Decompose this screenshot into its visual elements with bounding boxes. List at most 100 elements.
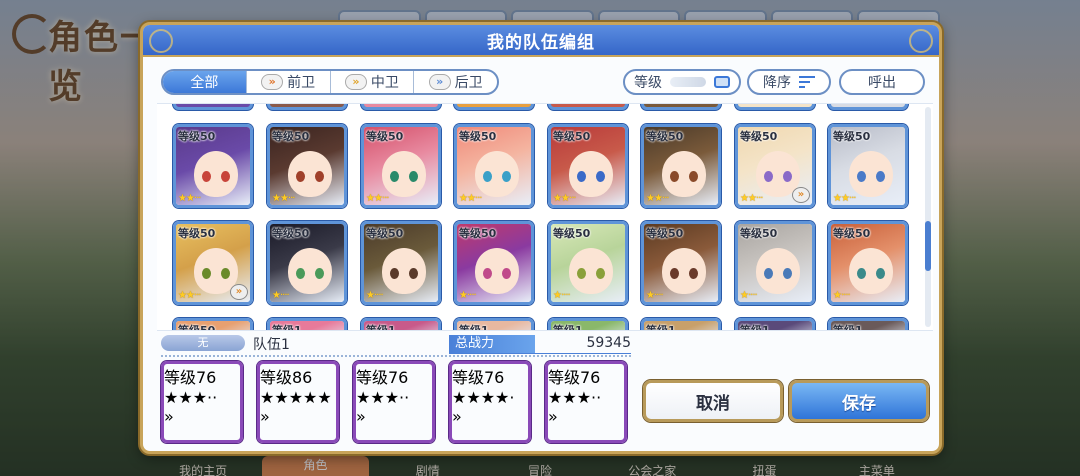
character-level: 等级1 bbox=[553, 324, 583, 331]
expand-label: 呼出 bbox=[868, 75, 896, 91]
character-card[interactable]: 等级1 bbox=[828, 318, 908, 331]
sort-order-button[interactable]: 降序 bbox=[747, 69, 831, 95]
dialog-title-bar: 我的队伍编组 bbox=[143, 25, 939, 57]
filter-tab-3[interactable]: » 后卫 bbox=[413, 71, 497, 93]
upgrade-arrow-icon: » bbox=[792, 187, 810, 203]
character-level: 等级50 bbox=[366, 130, 404, 143]
level-filter-button[interactable]: 等级 bbox=[623, 69, 741, 95]
star-rating: ★★··· bbox=[178, 290, 201, 301]
character-card[interactable] bbox=[548, 104, 628, 110]
star-rating: ★★··· bbox=[833, 193, 856, 204]
filter-tab-0[interactable]: 全部 bbox=[163, 71, 246, 93]
character-card[interactable] bbox=[267, 104, 347, 110]
character-card[interactable]: 等级1 bbox=[735, 318, 815, 330]
character-card[interactable]: 等级50 bbox=[173, 318, 253, 330]
star-rating: ★★★★· bbox=[452, 388, 515, 407]
expand-button[interactable]: 呼出 bbox=[839, 69, 925, 95]
character-level: 等级1 bbox=[833, 324, 863, 331]
character-card[interactable]: 等级50 ★★··· » bbox=[173, 221, 253, 305]
character-card[interactable]: 等级50 ★★··· bbox=[173, 124, 253, 208]
character-eye bbox=[596, 171, 605, 182]
character-card[interactable]: 等级50 ★★··· bbox=[548, 124, 628, 208]
character-card[interactable]: 等级50 ★★··· bbox=[361, 124, 441, 208]
roster-scroll-thumb[interactable] bbox=[925, 221, 931, 271]
character-level: 等级1 bbox=[646, 324, 676, 331]
character-face bbox=[288, 248, 332, 294]
character-level: 等级76 bbox=[356, 368, 409, 387]
character-card[interactable]: 等级1 bbox=[548, 318, 628, 331]
character-eye bbox=[390, 171, 399, 182]
character-level: 等级50 bbox=[833, 227, 871, 240]
cancel-button[interactable]: 取消 bbox=[643, 380, 783, 422]
character-level: 等级50 bbox=[740, 130, 778, 143]
star-rating: ★···· bbox=[833, 290, 851, 301]
team-member-card[interactable]: 等级76 ★★★★·» bbox=[449, 361, 531, 443]
roster-scrollbar[interactable] bbox=[925, 107, 931, 327]
star-rating: ★★··· bbox=[459, 193, 482, 204]
character-card[interactable] bbox=[173, 104, 253, 110]
sort-icon bbox=[799, 76, 815, 88]
character-card[interactable] bbox=[361, 104, 441, 110]
character-eye bbox=[764, 268, 773, 279]
character-card[interactable]: 等级50 ★···· bbox=[361, 221, 441, 305]
star-rating: ★★··· bbox=[366, 193, 389, 204]
character-eye bbox=[315, 268, 324, 279]
character-roster[interactable]: 等级50 ★★··· 等级50 ★★··· 等级50 ★★··· 等级50 ★★··· 等级50… bbox=[157, 103, 933, 331]
character-level: 等级76 bbox=[548, 368, 601, 387]
character-level: 等级86 bbox=[260, 368, 313, 387]
total-power-label: 总战力 bbox=[449, 335, 535, 353]
character-card[interactable]: 等级50 ★★··· bbox=[454, 124, 534, 208]
character-card[interactable]: 等级1 bbox=[641, 318, 721, 331]
team-divider bbox=[161, 355, 631, 357]
star-rating: ★★··· bbox=[646, 193, 669, 204]
window-icon bbox=[714, 76, 730, 88]
character-level: 等级50 bbox=[459, 130, 497, 143]
character-card[interactable]: 等级50 ★···· bbox=[267, 221, 347, 305]
character-level: 等级50 bbox=[740, 227, 778, 240]
character-eye bbox=[483, 268, 492, 279]
character-level: 等级50 bbox=[553, 130, 591, 143]
character-card[interactable]: 等级50 ★···· bbox=[641, 221, 721, 305]
filter-tab-1[interactable]: » 前卫 bbox=[245, 71, 330, 93]
character-card[interactable]: 等级50 ★★··· bbox=[828, 124, 908, 208]
character-card[interactable]: 等级50 ★★··· » bbox=[735, 124, 815, 208]
filter-tab-label: 后卫 bbox=[454, 75, 483, 91]
team-edit-dialog: 我的队伍编组 全部» 前卫» 中卫» 后卫 等级 降序 呼出 等级50 ★★··· 等级5… bbox=[140, 22, 942, 454]
team-name[interactable]: 队伍1 bbox=[253, 334, 290, 354]
character-card[interactable] bbox=[454, 104, 534, 110]
ornament-icon bbox=[149, 29, 173, 53]
character-eye bbox=[857, 171, 866, 182]
character-card[interactable]: 等级1 bbox=[267, 318, 347, 331]
filter-tab-label: 全部 bbox=[190, 75, 219, 91]
character-face bbox=[475, 248, 519, 294]
filter-tab-2[interactable]: » 中卫 bbox=[329, 71, 414, 93]
team-member-card[interactable]: 等级86 ★★★★★» bbox=[257, 361, 339, 443]
character-level: 等级1 bbox=[272, 324, 302, 331]
character-card[interactable]: 等级1 bbox=[454, 318, 534, 330]
character-card[interactable]: 等级50 ★★··· bbox=[641, 124, 721, 208]
character-level: 等级50 bbox=[272, 227, 310, 240]
character-eye bbox=[502, 171, 511, 182]
character-card[interactable]: 等级50 ★···· bbox=[454, 221, 534, 305]
back-role-icon: » bbox=[428, 74, 451, 90]
team-member-card[interactable]: 等级76 ★★★··» bbox=[545, 361, 627, 443]
character-card[interactable]: 等级50 ★···· bbox=[828, 221, 908, 305]
upgrade-arrow-icon: » bbox=[260, 407, 270, 426]
character-level: 等级50 bbox=[366, 227, 404, 240]
team-member-card[interactable]: 等级76 ★★★··» bbox=[353, 361, 435, 443]
total-power-value: 59345 bbox=[586, 335, 631, 351]
save-button[interactable]: 保存 bbox=[789, 380, 929, 422]
character-card[interactable] bbox=[828, 104, 908, 110]
character-card[interactable]: 等级1 bbox=[361, 318, 441, 330]
character-card[interactable]: 等级50 ★···· bbox=[548, 221, 628, 305]
sort-order-label: 降序 bbox=[763, 75, 791, 91]
character-card[interactable] bbox=[641, 104, 721, 110]
character-eye bbox=[409, 171, 418, 182]
team-member-card[interactable]: 等级76 ★★★··» bbox=[161, 361, 243, 443]
character-card[interactable] bbox=[735, 104, 815, 110]
character-card[interactable]: 等级50 ★···· bbox=[735, 221, 815, 305]
character-eye bbox=[670, 171, 679, 182]
character-card[interactable]: 等级50 ★★··· bbox=[267, 124, 347, 208]
character-eye bbox=[783, 268, 792, 279]
character-eye bbox=[857, 268, 866, 279]
